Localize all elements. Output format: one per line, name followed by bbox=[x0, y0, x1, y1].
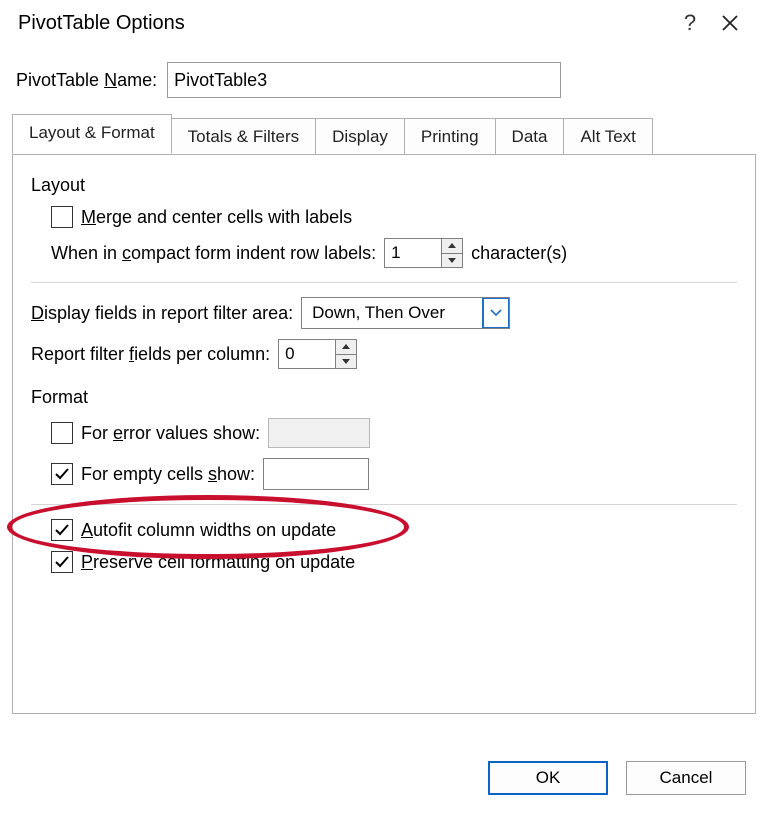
empty-cells-label: For empty cells show: bbox=[81, 464, 255, 485]
display-fields-label: Display fields in report filter area: bbox=[31, 303, 293, 324]
ok-button[interactable]: OK bbox=[488, 761, 608, 795]
preserve-label: Preserve cell formatting on update bbox=[81, 552, 355, 573]
preserve-row: Preserve cell formatting on update bbox=[51, 551, 737, 573]
empty-cells-input[interactable] bbox=[263, 458, 369, 490]
tab-data[interactable]: Data bbox=[495, 118, 565, 155]
tab-strip: Layout & Format Totals & Filters Display… bbox=[12, 114, 756, 154]
filter-spin-up[interactable] bbox=[336, 340, 356, 354]
empty-cells-checkbox[interactable] bbox=[51, 463, 73, 485]
indent-spinner[interactable] bbox=[384, 238, 463, 268]
autofit-label: Autofit column widths on update bbox=[81, 520, 336, 541]
merge-center-row: Merge and center cells with labels bbox=[51, 206, 737, 228]
tab-printing[interactable]: Printing bbox=[404, 118, 496, 155]
filter-per-col-row: Report filter fields per column: bbox=[31, 339, 737, 369]
indent-row: When in compact form indent row labels: … bbox=[51, 238, 737, 268]
section-layout-title: Layout bbox=[31, 175, 737, 196]
tab-display[interactable]: Display bbox=[315, 118, 405, 155]
error-values-checkbox[interactable] bbox=[51, 422, 73, 444]
indent-label: When in compact form indent row labels: bbox=[51, 243, 376, 264]
pivot-options-dialog: PivotTable Options ? PivotTable Name: La… bbox=[0, 0, 768, 815]
tab-area: Layout & Format Totals & Filters Display… bbox=[12, 114, 756, 714]
error-values-row: For error values show: bbox=[51, 418, 737, 448]
button-bar: OK Cancel bbox=[488, 761, 746, 795]
display-fields-value: Down, Then Over bbox=[302, 298, 482, 328]
autofit-row: Autofit column widths on update bbox=[51, 519, 737, 541]
tab-alt-text[interactable]: Alt Text bbox=[563, 118, 652, 155]
indent-input[interactable] bbox=[385, 239, 441, 267]
autofit-checkbox[interactable] bbox=[51, 519, 73, 541]
filter-per-col-label: Report filter fields per column: bbox=[31, 344, 270, 365]
error-values-label: For error values show: bbox=[81, 423, 260, 444]
tab-layout-format[interactable]: Layout & Format bbox=[12, 114, 172, 154]
separator-2 bbox=[31, 504, 737, 505]
indent-spin-down[interactable] bbox=[442, 253, 462, 268]
separator-1 bbox=[31, 282, 737, 283]
cancel-button[interactable]: Cancel bbox=[626, 761, 746, 795]
empty-cells-row: For empty cells show: bbox=[51, 458, 737, 490]
preserve-checkbox[interactable] bbox=[51, 551, 73, 573]
pivot-name-label: PivotTable Name: bbox=[16, 70, 157, 91]
pivot-name-input[interactable] bbox=[167, 62, 561, 98]
dropdown-button[interactable] bbox=[482, 298, 509, 328]
merge-center-label: Merge and center cells with labels bbox=[81, 207, 352, 228]
tab-totals-filters[interactable]: Totals & Filters bbox=[171, 118, 316, 155]
filter-spin-down[interactable] bbox=[336, 354, 356, 369]
indent-spin-up[interactable] bbox=[442, 239, 462, 253]
dialog-title: PivotTable Options bbox=[18, 12, 670, 35]
title-bar: PivotTable Options ? bbox=[0, 0, 768, 56]
pivot-name-row: PivotTable Name: bbox=[0, 56, 768, 108]
close-icon[interactable] bbox=[710, 14, 750, 32]
section-format-title: Format bbox=[31, 387, 737, 408]
tab-content-layout-format: Layout Merge and center cells with label… bbox=[12, 154, 756, 714]
error-values-input bbox=[268, 418, 370, 448]
filter-per-col-spinner[interactable] bbox=[278, 339, 357, 369]
help-icon[interactable]: ? bbox=[670, 10, 710, 36]
filter-per-col-input[interactable] bbox=[279, 340, 335, 368]
display-fields-row: Display fields in report filter area: Do… bbox=[31, 297, 737, 329]
merge-center-checkbox[interactable] bbox=[51, 206, 73, 228]
display-fields-dropdown[interactable]: Down, Then Over bbox=[301, 297, 510, 329]
indent-suffix: character(s) bbox=[471, 243, 567, 264]
